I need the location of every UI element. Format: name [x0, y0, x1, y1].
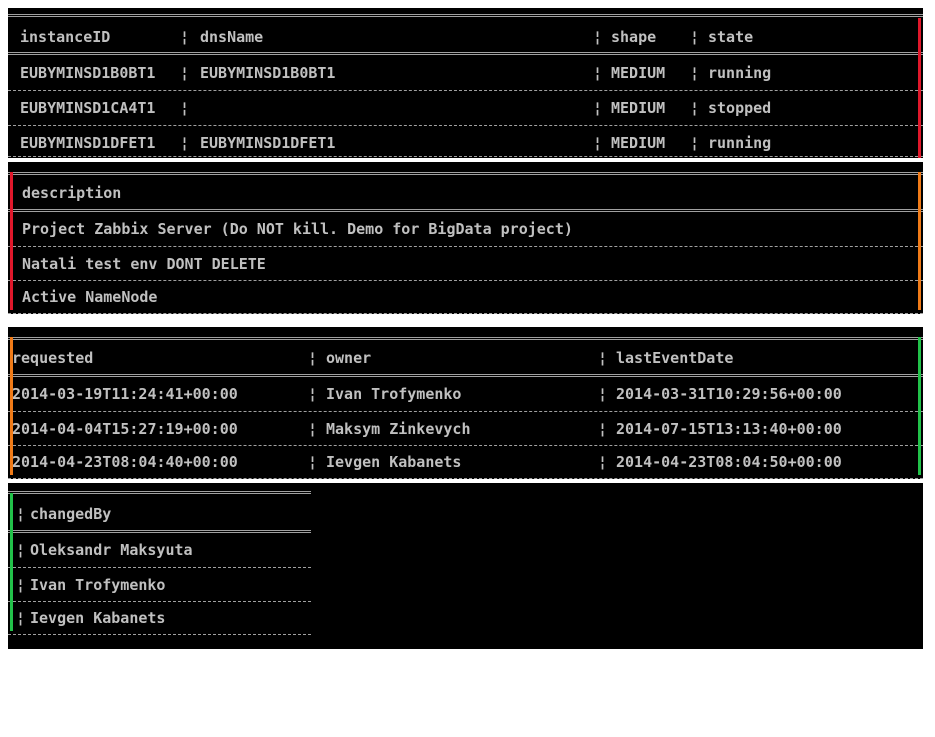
table-header-row: instanceID ¦ dnsName ¦ shape ¦ state	[8, 20, 923, 54]
cell-changedby: Ievgen Kabanets	[30, 609, 166, 627]
cell-description: Active NameNode	[22, 288, 158, 306]
cell-description: Natali test env DONT DELETE	[22, 255, 266, 273]
col-separator: ¦	[308, 385, 318, 403]
row-divider	[8, 313, 923, 314]
cell-shape: MEDIUM	[611, 99, 666, 117]
header-state: state	[708, 28, 754, 46]
green-marker	[918, 337, 921, 475]
col-separator: ¦	[690, 64, 700, 82]
col-separator: ¦	[690, 28, 700, 46]
cell-dnsname: EUBYMINSD1B0BT1	[200, 64, 336, 82]
red-marker	[918, 18, 921, 158]
cell-requested: 2014-04-23T08:04:40+00:00	[12, 453, 238, 471]
cell-owner: Ievgen Kabanets	[326, 453, 462, 471]
col-separator: ¦	[16, 609, 26, 627]
table-row: 2014-04-23T08:04:40+00:00 ¦ Ievgen Kaban…	[8, 445, 923, 479]
header-rule-bottom	[8, 52, 923, 55]
cell-owner: Maksym Zinkevych	[326, 420, 471, 438]
orange-marker	[10, 337, 13, 475]
col-separator: ¦	[16, 541, 26, 559]
red-marker	[10, 172, 13, 310]
table-events: requested ¦ owner ¦ lastEventDate 2014-0…	[8, 327, 923, 479]
header-dnsname: dnsName	[200, 28, 264, 46]
cell-requested: 2014-04-04T15:27:19+00:00	[12, 420, 238, 438]
cell-instanceid: EUBYMINSD1DFET1	[20, 134, 156, 152]
header-rule-top	[8, 172, 923, 175]
col-separator: ¦	[690, 99, 700, 117]
table-row: EUBYMINSD1B0BT1 ¦ EUBYMINSD1B0BT1 ¦ MEDI…	[8, 56, 923, 90]
col-separator: ¦	[180, 28, 190, 46]
header-changedby: changedBy	[30, 505, 112, 523]
table-row: EUBYMINSD1DFET1 ¦ EUBYMINSD1DFET1 ¦ MEDI…	[8, 126, 923, 160]
col-separator: ¦	[593, 28, 603, 46]
row-divider	[8, 478, 923, 479]
cell-state: running	[708, 64, 772, 82]
cell-shape: MEDIUM	[611, 134, 666, 152]
col-separator: ¦	[180, 134, 190, 152]
col-separator: ¦	[16, 505, 26, 523]
header-rule-top	[8, 337, 923, 340]
col-separator: ¦	[308, 453, 318, 471]
table-row: 2014-04-04T15:27:19+00:00 ¦ Maksym Zinke…	[8, 412, 923, 446]
col-separator: ¦	[180, 64, 190, 82]
table-row: ¦ Oleksandr Maksyuta	[8, 533, 308, 567]
table-row: Project Zabbix Server (Do NOT kill. Demo…	[8, 212, 923, 246]
header-owner: owner	[326, 349, 372, 367]
table-instances: instanceID ¦ dnsName ¦ shape ¦ state EUB…	[8, 8, 923, 158]
cell-state: running	[708, 134, 772, 152]
table-row: EUBYMINSD1CA4T1 ¦ ¦ MEDIUM ¦ stopped	[8, 91, 923, 125]
cell-lasteventdate: 2014-07-15T13:13:40+00:00	[616, 420, 842, 438]
table-row: ¦ Ievgen Kabanets	[8, 601, 308, 635]
col-separator: ¦	[593, 99, 603, 117]
col-separator: ¦	[598, 420, 608, 438]
col-separator: ¦	[593, 134, 603, 152]
col-separator: ¦	[180, 99, 190, 117]
col-separator: ¦	[690, 134, 700, 152]
cell-description: Project Zabbix Server (Do NOT kill. Demo…	[22, 220, 573, 238]
cell-requested: 2014-03-19T11:24:41+00:00	[12, 385, 238, 403]
header-rule-top	[8, 491, 311, 494]
cell-lasteventdate: 2014-03-31T10:29:56+00:00	[616, 385, 842, 403]
header-shape: shape	[611, 28, 657, 46]
cell-instanceid: EUBYMINSD1CA4T1	[20, 99, 156, 117]
cell-lasteventdate: 2014-04-23T08:04:50+00:00	[616, 453, 842, 471]
green-marker	[10, 493, 13, 631]
orange-marker	[918, 172, 921, 310]
header-lasteventdate: lastEventDate	[616, 349, 734, 367]
cell-state: stopped	[708, 99, 772, 117]
cell-changedby: Ivan Trofymenko	[30, 576, 166, 594]
cell-dnsname: EUBYMINSD1DFET1	[200, 134, 336, 152]
table-changedby: ¦ changedBy ¦ Oleksandr Maksyuta ¦ Ivan …	[8, 483, 923, 649]
cell-owner: Ivan Trofymenko	[326, 385, 462, 403]
cell-changedby: Oleksandr Maksyuta	[30, 541, 193, 559]
table-header-row: ¦ changedBy	[8, 497, 308, 531]
header-instanceid: instanceID	[20, 28, 111, 46]
col-separator: ¦	[308, 349, 318, 367]
table-header-row: description	[8, 176, 923, 210]
col-separator: ¦	[16, 576, 26, 594]
table-description: description Project Zabbix Server (Do NO…	[8, 162, 923, 314]
col-separator: ¦	[308, 420, 318, 438]
col-separator: ¦	[598, 349, 608, 367]
header-rule-top	[8, 14, 923, 17]
col-separator: ¦	[593, 64, 603, 82]
header-requested: requested	[12, 349, 94, 367]
col-separator: ¦	[598, 385, 608, 403]
header-description: description	[22, 184, 122, 202]
col-separator: ¦	[598, 453, 608, 471]
cell-shape: MEDIUM	[611, 64, 666, 82]
table-row: 2014-03-19T11:24:41+00:00 ¦ Ivan Trofyme…	[8, 377, 923, 411]
cell-instanceid: EUBYMINSD1B0BT1	[20, 64, 156, 82]
table-row: Active NameNode	[8, 280, 923, 314]
row-divider	[8, 634, 311, 635]
table-header-row: requested ¦ owner ¦ lastEventDate	[8, 341, 923, 375]
table-row: Natali test env DONT DELETE	[8, 247, 923, 281]
row-divider	[8, 156, 923, 157]
table-row: ¦ Ivan Trofymenko	[8, 568, 308, 602]
